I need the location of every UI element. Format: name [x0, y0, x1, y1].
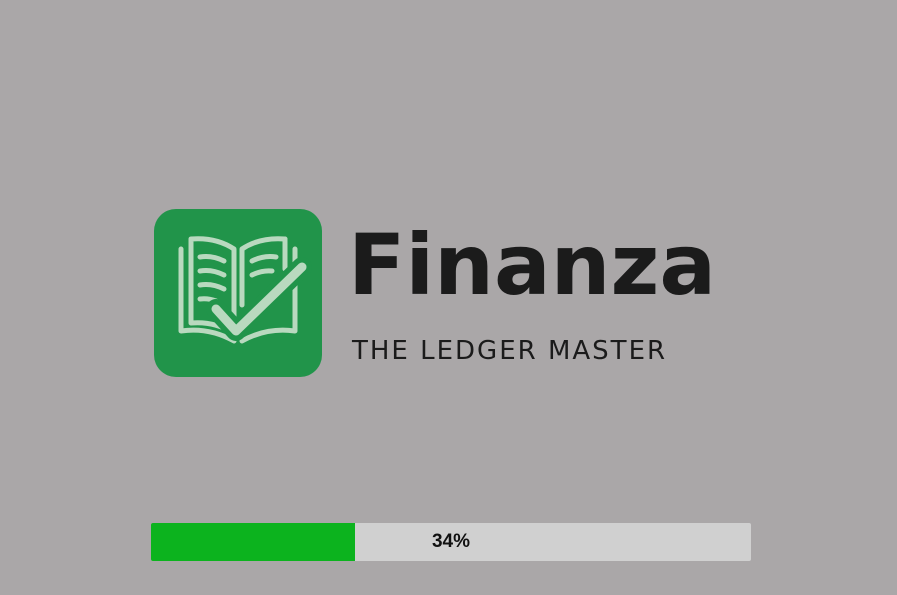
app-logo-icon — [154, 209, 322, 377]
open-ledger-checkmark-icon — [178, 236, 312, 344]
app-name: Finanza — [348, 216, 717, 314]
app-tagline: THE LEDGER MASTER — [352, 336, 668, 366]
loading-progress-bar: 34% — [151, 523, 751, 561]
splash-screen: Finanza THE LEDGER MASTER 34% — [0, 0, 897, 595]
progress-percentage-label: 34% — [431, 531, 471, 552]
